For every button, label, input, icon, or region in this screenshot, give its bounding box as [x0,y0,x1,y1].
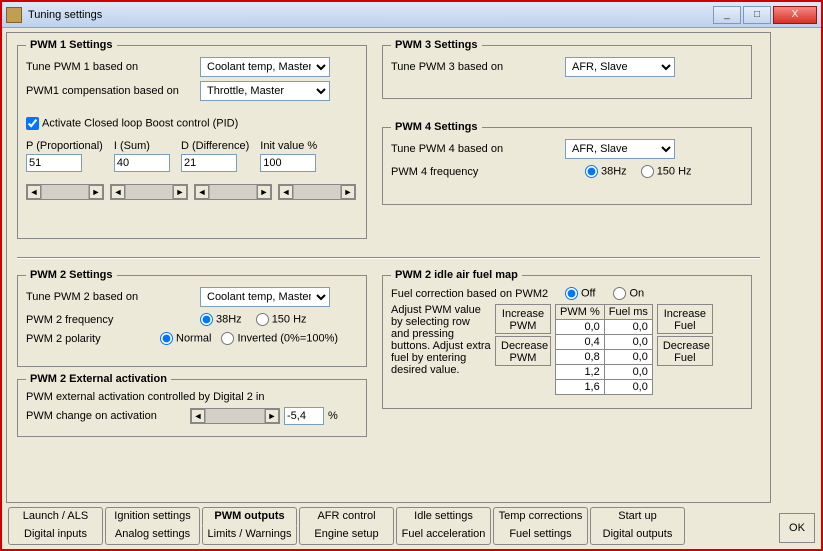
decrease-pwm-button[interactable]: Decrease PWM [495,336,551,366]
tab-analog-settings[interactable]: Analog settings [105,526,200,545]
pwm2-ext-legend: PWM 2 External activation [26,373,171,385]
pwm1-base-combo[interactable]: Coolant temp, Master [200,57,330,77]
pwm1-legend: PWM 1 Settings [26,39,117,51]
pwm2-idle-corr-label: Fuel correction based on PWM2 [391,288,561,300]
pid-d-label: D (Difference) [181,140,249,152]
pwm2-idle-help: Adjust PWM value by selecting row and pr… [391,304,491,376]
app-icon [6,7,22,23]
pid-p-input[interactable] [26,154,82,172]
pid-d-input[interactable] [181,154,237,172]
pid-d-slider[interactable]: ◄► [194,184,272,200]
tab-fuel-settings[interactable]: Fuel settings [493,526,588,545]
pwm2-pol-inverted-radio[interactable]: Inverted (0%=100%) [221,332,338,345]
pwm2-idle-off-radio[interactable]: Off [565,287,595,300]
tab-pwm-outputs[interactable]: PWM outputs [202,507,297,526]
pwm2-pol-label: PWM 2 polarity [26,333,156,345]
tab-fuel-acceleration[interactable]: Fuel acceleration [396,526,491,545]
pwm2-ext-value[interactable] [284,407,324,425]
pwm2-ext-desc: PWM external activation controlled by Di… [26,391,264,403]
table-row: 1,20,0 [556,365,653,380]
pwm1-base-label: Tune PWM 1 based on [26,61,196,73]
pwm2-freq-38-radio[interactable]: 38Hz [200,313,242,326]
pwm3-base-combo[interactable]: AFR, Slave [565,57,675,77]
pwm2-ext-slider[interactable]: ◄► [190,408,280,424]
table-row: 0,00,0 [556,320,653,335]
pwm3-base-label: Tune PWM 3 based on [391,61,561,73]
title-bar: Tuning settings _ □ X [2,2,821,28]
pwm4-group: PWM 4 Settings Tune PWM 4 based on AFR, … [382,121,752,205]
tab-engine-setup[interactable]: Engine setup [299,526,394,545]
activate-pid-checkbox[interactable]: Activate Closed loop Boost control (PID) [26,117,238,130]
pwm4-freq-38-radio[interactable]: 38Hz [585,165,627,178]
pwm2-idle-on-radio[interactable]: On [613,287,644,300]
pwm2-ext-group: PWM 2 External activation PWM external a… [17,373,367,437]
pwm2-pol-normal-radio[interactable]: Normal [160,332,211,345]
decrease-fuel-button[interactable]: Decrease Fuel [657,336,713,366]
tab-limits-warnings[interactable]: Limits / Warnings [202,526,297,545]
content-panel: PWM 1 Settings Tune PWM 1 based on Coola… [6,32,771,503]
pid-i-label: I (Sum) [114,140,170,152]
tab-idle-settings[interactable]: Idle settings [396,507,491,526]
pid-p-slider[interactable]: ◄► [26,184,104,200]
maximize-button[interactable]: □ [743,6,771,24]
tab-digital-inputs[interactable]: Digital inputs [8,526,103,545]
pwm3-group: PWM 3 Settings Tune PWM 3 based on AFR, … [382,39,752,99]
pwm2-ext-unit: % [328,410,338,422]
pwm1-group: PWM 1 Settings Tune PWM 1 based on Coola… [17,39,367,239]
increase-pwm-button[interactable]: Increase PWM [495,304,551,334]
tab-digital-outputs[interactable]: Digital outputs [590,526,685,545]
horizontal-divider [17,257,760,259]
pwm4-base-combo[interactable]: AFR, Slave [565,139,675,159]
pwm4-freq-150-radio[interactable]: 150 Hz [641,165,692,178]
pwm4-legend: PWM 4 Settings [391,121,482,133]
tab-temp-corrections[interactable]: Temp corrections [493,507,588,526]
pwm2-legend: PWM 2 Settings [26,269,117,281]
pwm2-freq-150-radio[interactable]: 150 Hz [256,313,307,326]
idle-fuel-table[interactable]: PWM %Fuel ms 0,00,0 0,40,0 0,80,0 1,20,0… [555,304,653,395]
pid-init-slider[interactable]: ◄► [278,184,356,200]
pid-i-input[interactable] [114,154,170,172]
pid-init-label: Init value % [260,140,317,152]
pwm3-legend: PWM 3 Settings [391,39,482,51]
pwm2-idle-group: PWM 2 idle air fuel map Fuel correction … [382,269,752,409]
ok-button[interactable]: OK [779,513,815,543]
minimize-button[interactable]: _ [713,6,741,24]
close-button[interactable]: X [773,6,817,24]
pwm2-freq-label: PWM 2 frequency [26,314,196,326]
pwm2-ext-change-label: PWM change on activation [26,410,186,422]
pwm2-group: PWM 2 Settings Tune PWM 2 based on Coola… [17,269,367,367]
tab-strip: Launch / ALSIgnition settingsPWM outputs… [8,507,767,545]
pwm1-comp-combo[interactable]: Throttle, Master [200,81,330,101]
pwm2-base-combo[interactable]: Coolant temp, Master [200,287,330,307]
table-row: 0,40,0 [556,335,653,350]
tab-afr-control[interactable]: AFR control [299,507,394,526]
pwm4-freq-label: PWM 4 frequency [391,166,581,178]
tab-ignition-settings[interactable]: Ignition settings [105,507,200,526]
pid-p-label: P (Proportional) [26,140,103,152]
tab-launch-als[interactable]: Launch / ALS [8,507,103,526]
tab-start-up[interactable]: Start up [590,507,685,526]
pwm2-idle-legend: PWM 2 idle air fuel map [391,269,522,281]
pwm1-comp-label: PWM1 compensation based on [26,85,196,97]
pwm4-base-label: Tune PWM 4 based on [391,143,561,155]
increase-fuel-button[interactable]: Increase Fuel [657,304,713,334]
window-title: Tuning settings [28,9,711,21]
pwm2-base-label: Tune PWM 2 based on [26,291,196,303]
table-row: 1,60,0 [556,380,653,395]
pid-init-input[interactable] [260,154,316,172]
pid-i-slider[interactable]: ◄► [110,184,188,200]
table-row: 0,80,0 [556,350,653,365]
